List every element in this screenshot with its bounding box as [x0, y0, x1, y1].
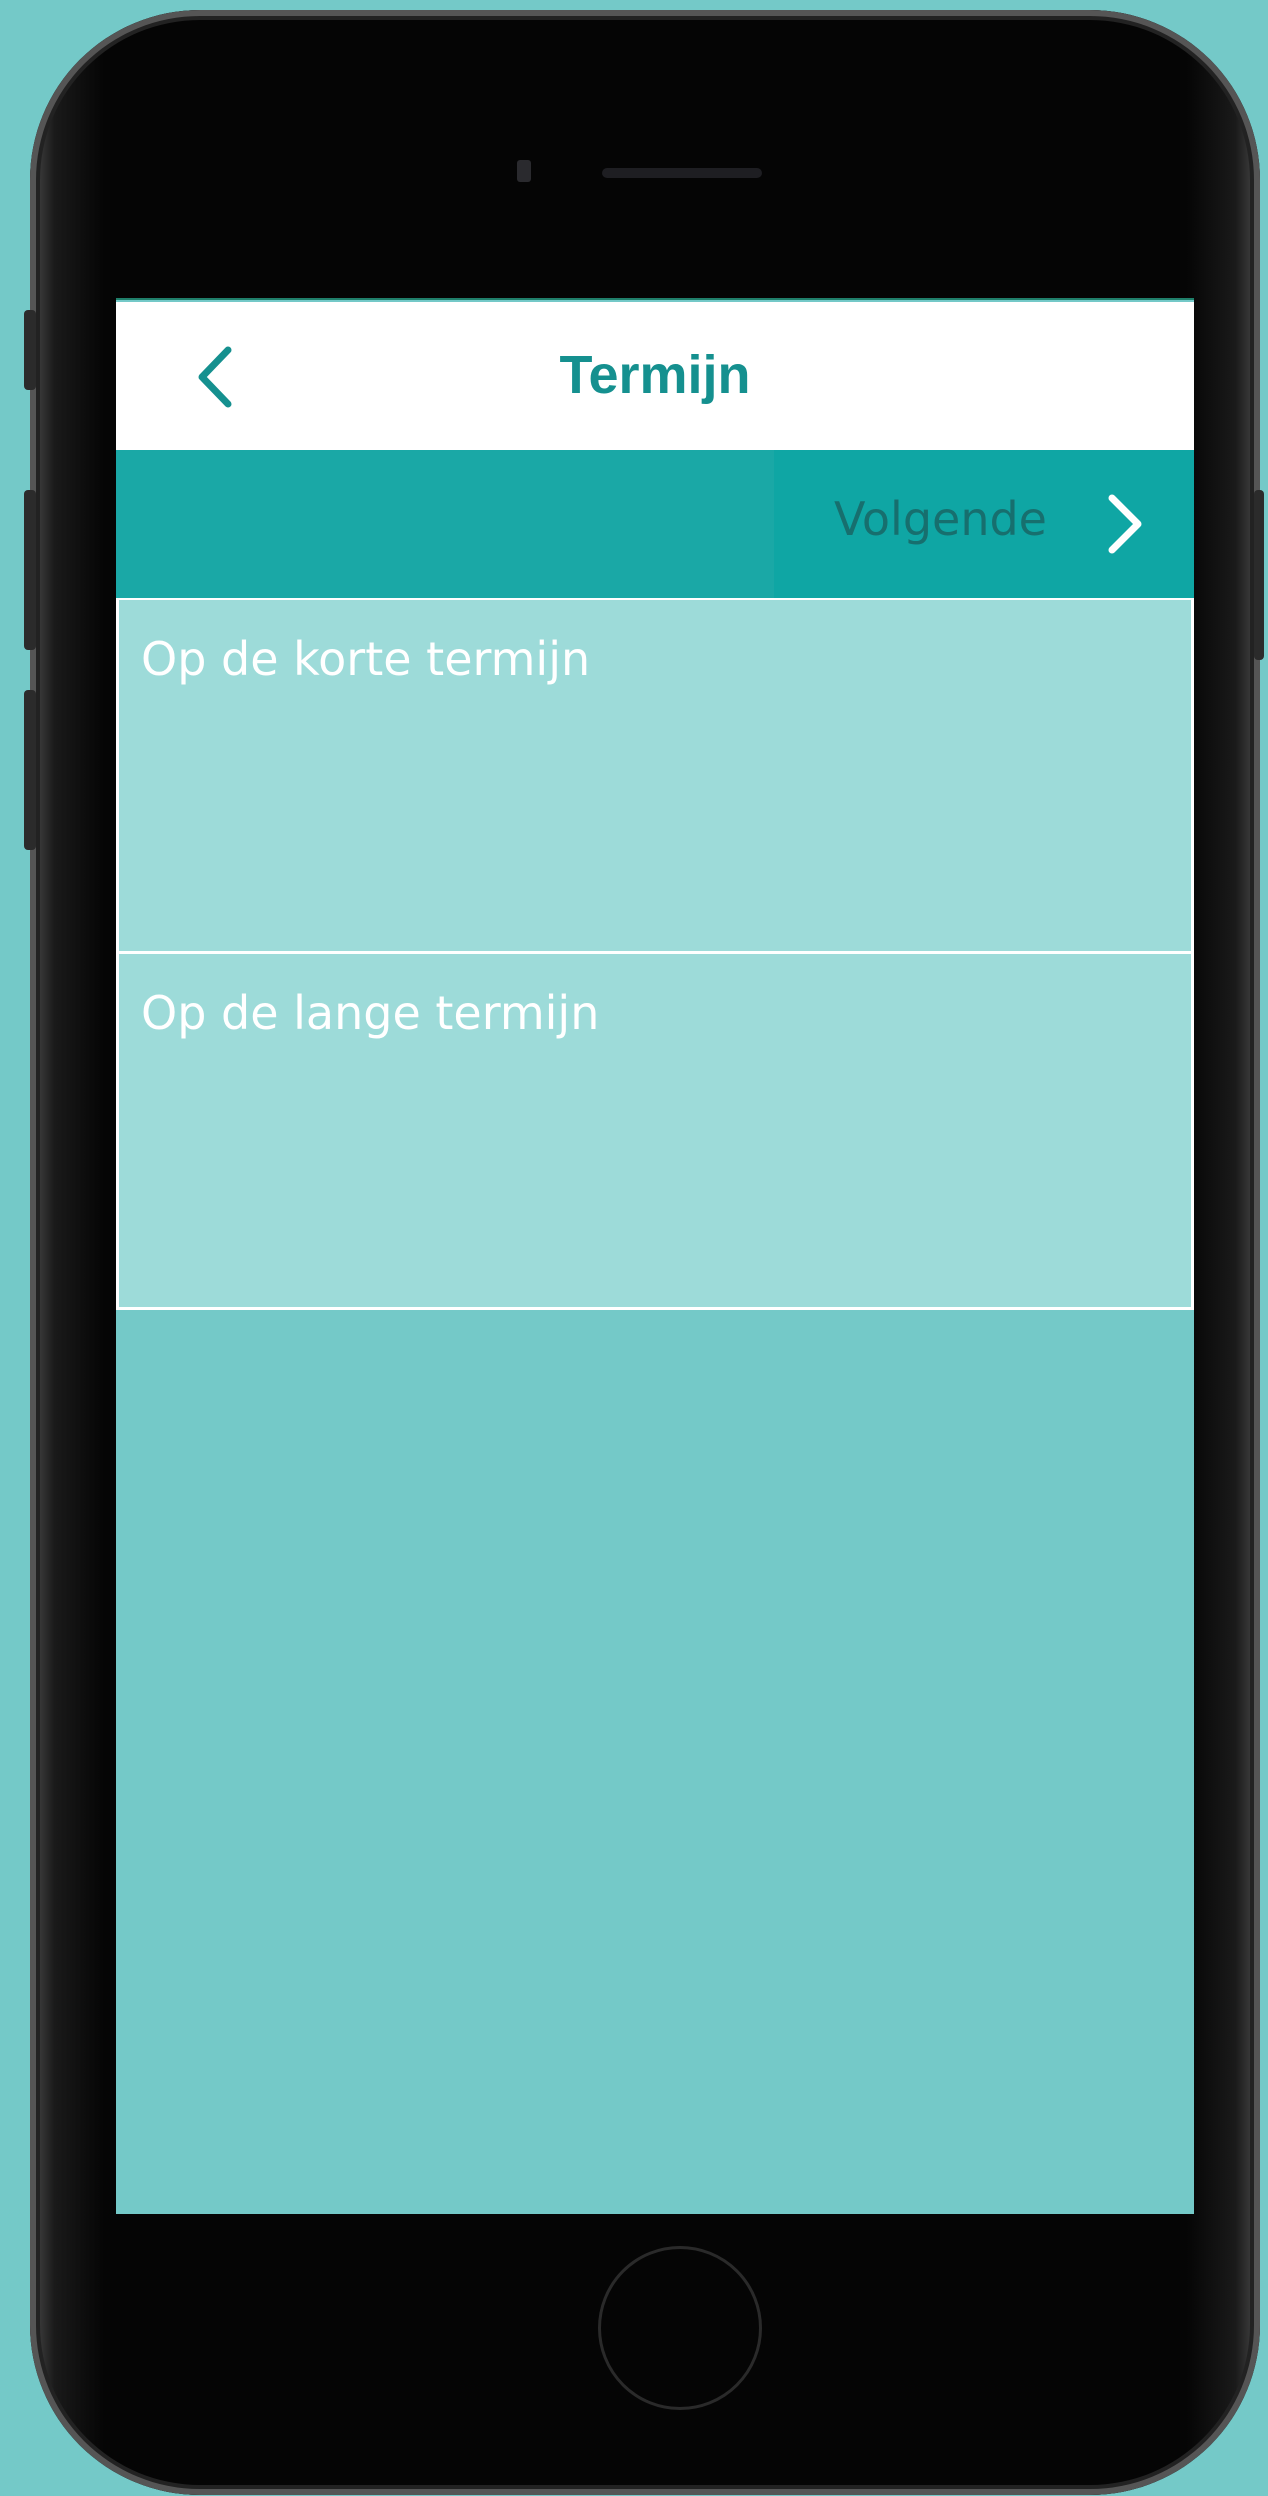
page-title: Termijn	[559, 345, 751, 405]
mute-switch	[24, 310, 36, 390]
next-button[interactable]: Volgende	[774, 450, 1194, 598]
earpiece-speaker	[602, 168, 762, 178]
navigation-bar: Volgende	[116, 450, 1194, 598]
header-bar: Termijn	[116, 302, 1194, 450]
volume-down-button	[24, 690, 36, 850]
option-short-term[interactable]: Op de korte termijn	[116, 598, 1194, 954]
option-label: Op de lange termijn	[141, 986, 600, 1040]
home-button[interactable]	[598, 2246, 762, 2410]
option-long-term[interactable]: Op de lange termijn	[116, 954, 1194, 1310]
volume-up-button	[24, 490, 36, 650]
app-screen: Termijn Volgende Op de korte termijn Op …	[116, 298, 1194, 2214]
status-bar	[116, 298, 1194, 300]
next-button-label: Volgende	[834, 492, 1047, 546]
chevron-right-icon	[1108, 494, 1142, 554]
front-camera	[517, 160, 531, 182]
option-list: Op de korte termijn Op de lange termijn	[116, 598, 1194, 1310]
power-button	[1254, 490, 1264, 660]
option-label: Op de korte termijn	[141, 632, 591, 686]
